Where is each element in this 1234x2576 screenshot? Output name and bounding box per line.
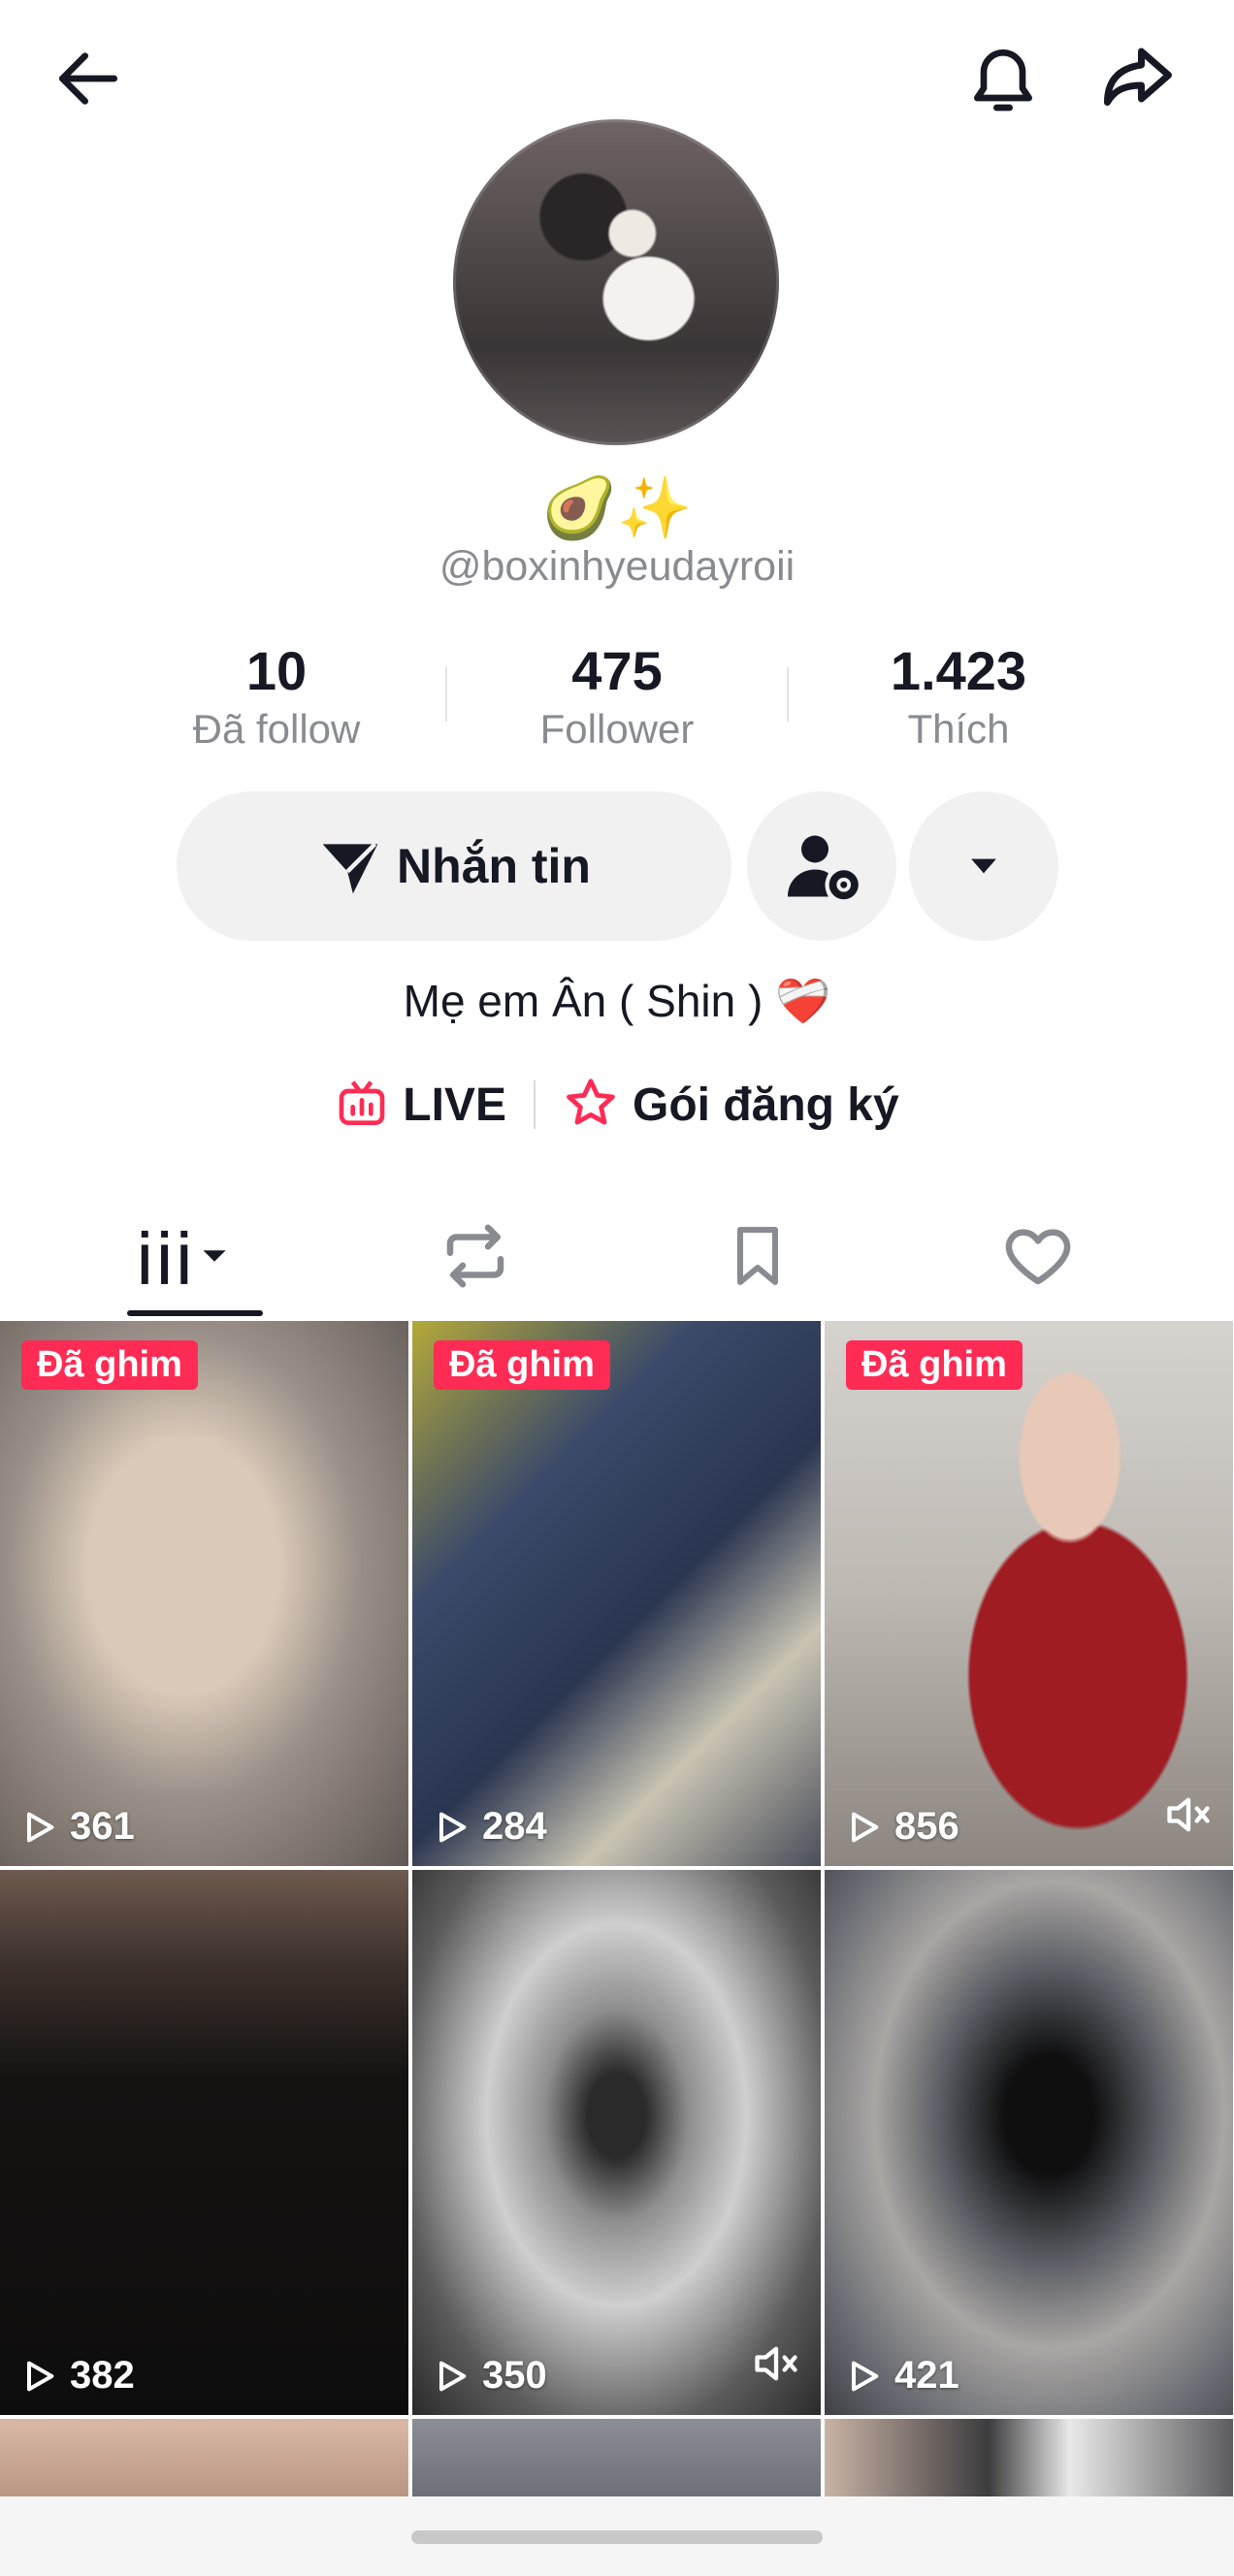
- message-button[interactable]: Nhắn tin: [177, 791, 731, 941]
- tab-reposts[interactable]: [321, 1193, 630, 1319]
- tab-liked[interactable]: [884, 1193, 1192, 1319]
- profile-links: LIVE Gói đăng ký: [0, 1077, 1234, 1133]
- caret-down-icon: [971, 858, 996, 874]
- stat-following[interactable]: 10 Đã follow: [150, 640, 403, 757]
- video-tile[interactable]: [0, 2419, 408, 2496]
- view-count-value: 382: [70, 2354, 135, 2397]
- stat-likes[interactable]: 1.423 Thích: [832, 640, 1085, 757]
- video-tile[interactable]: Đã ghim 856: [825, 1321, 1233, 1866]
- view-count-value: 361: [70, 1805, 135, 1848]
- live-link-label: LIVE: [403, 1079, 506, 1131]
- avatar[interactable]: [453, 119, 779, 445]
- bookmark-icon: [737, 1227, 778, 1285]
- bell-icon: [974, 49, 1032, 112]
- live-link[interactable]: LIVE: [335, 1078, 506, 1132]
- view-count: 361: [19, 1805, 135, 1849]
- profile-tabs: [0, 1193, 1234, 1319]
- play-outline-icon: [27, 1812, 54, 1842]
- play-outline-icon: [439, 2361, 467, 2391]
- stat-likes-label: Thích: [907, 706, 1010, 752]
- arrow-left-icon: [58, 52, 117, 105]
- username: @boxinhyeudayroii: [438, 543, 796, 590]
- video-tile[interactable]: 421: [825, 1870, 1233, 2415]
- video-tile[interactable]: [412, 2419, 821, 2496]
- video-tile[interactable]: Đã ghim 361: [0, 1321, 408, 1866]
- view-count: 284: [432, 1805, 547, 1849]
- stat-following-label: Đã follow: [192, 706, 361, 752]
- pinned-badge: Đã ghim: [846, 1340, 1023, 1390]
- view-count-value: 284: [482, 1805, 547, 1848]
- video-tile[interactable]: 350: [412, 1870, 821, 2415]
- view-count: 382: [19, 2354, 135, 2398]
- stat-followers[interactable]: 475 Follower: [491, 640, 743, 757]
- follow-settings-button[interactable]: [747, 791, 896, 941]
- video-tile[interactable]: Đã ghim 284: [412, 1321, 821, 1866]
- tab-favorites[interactable]: [603, 1193, 912, 1319]
- stat-divider: [445, 667, 447, 722]
- subscription-link[interactable]: Gói đăng ký: [563, 1077, 899, 1133]
- user-settings-icon: [788, 835, 859, 900]
- pinned-badge: Đã ghim: [21, 1340, 198, 1390]
- play-outline-icon: [439, 1812, 467, 1842]
- back-button[interactable]: [35, 25, 142, 132]
- view-count-value: 350: [482, 2354, 547, 2397]
- video-grid-icon: [141, 1230, 226, 1284]
- repost-icon: [446, 1224, 504, 1288]
- play-outline-icon: [852, 1812, 879, 1842]
- subscription-link-label: Gói đăng ký: [632, 1079, 899, 1131]
- view-count-value: 856: [894, 1805, 959, 1848]
- stat-followers-value: 475: [571, 640, 663, 701]
- message-button-label: Nhắn tin: [397, 839, 591, 893]
- live-tv-icon: [339, 1080, 385, 1125]
- active-tab-indicator: [127, 1310, 263, 1316]
- tab-videos[interactable]: [35, 1193, 343, 1319]
- muted-indicator: [1163, 1789, 1214, 1845]
- stat-divider: [787, 667, 789, 722]
- view-count: 856: [844, 1805, 959, 1849]
- stat-followers-label: Follower: [539, 706, 695, 752]
- share-arrow-icon: [1104, 48, 1172, 106]
- heart-icon: [1005, 1229, 1071, 1285]
- play-outline-icon: [27, 2361, 54, 2391]
- view-count-value: 421: [894, 2354, 959, 2397]
- stat-following-value: 10: [245, 640, 308, 701]
- speaker-muted-icon: [1167, 1797, 1210, 1832]
- send-icon: [322, 842, 378, 894]
- play-outline-icon: [852, 2361, 879, 2391]
- notification-button[interactable]: [950, 25, 1056, 132]
- stat-likes-value: 1.423: [890, 640, 1027, 701]
- view-count: 421: [844, 2354, 959, 2398]
- links-divider: [533, 1080, 536, 1129]
- share-button[interactable]: [1085, 25, 1191, 132]
- view-count: 350: [432, 2354, 547, 2398]
- speaker-muted-icon: [755, 2346, 797, 2381]
- video-tile[interactable]: [825, 2419, 1233, 2496]
- bio-text: Mẹ em Ân ( Shin ) ❤️‍🩹: [403, 976, 831, 1026]
- muted-indicator: [751, 2338, 801, 2394]
- pinned-badge: Đã ghim: [434, 1340, 610, 1390]
- more-dropdown-button[interactable]: [909, 791, 1058, 941]
- star-badge-icon: [567, 1079, 615, 1125]
- home-indicator[interactable]: [411, 2530, 823, 2544]
- video-tile[interactable]: 382: [0, 1870, 408, 2415]
- display-name: 🥑✨: [541, 475, 693, 542]
